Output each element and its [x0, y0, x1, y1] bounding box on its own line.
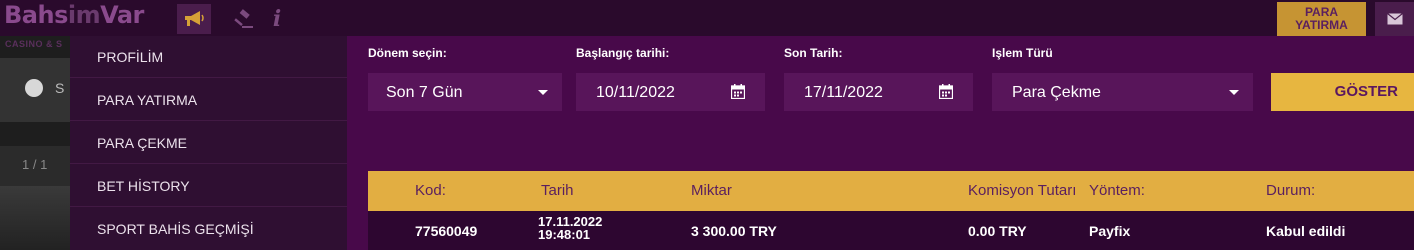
deposit-button-line2: YATIRMA — [1295, 18, 1348, 32]
row-amount: 3 300.00 TRY — [691, 223, 777, 239]
row-status: Kabul edildi — [1266, 223, 1346, 239]
start-date-label: Başlangıç tarihi: — [576, 46, 670, 60]
column-header-amount[interactable]: Miktar — [691, 182, 732, 199]
transaction-type-select[interactable]: Para Çekme — [992, 73, 1253, 111]
megaphone-icon — [185, 11, 204, 26]
logo-text-3: Var — [100, 1, 144, 29]
background-pager: 1 / 1 — [0, 146, 70, 186]
row-code: 77560049 — [415, 223, 478, 239]
info-icon[interactable]: i — [260, 4, 294, 34]
column-header-commission[interactable]: Komisyon Tutarı — [968, 182, 1076, 199]
menu-item-profile[interactable]: PROFİLİM — [70, 36, 347, 78]
mail-icon — [1386, 13, 1403, 25]
column-header-date[interactable]: Tarih — [541, 182, 574, 199]
column-header-method[interactable]: Yöntem: — [1089, 182, 1145, 199]
menu-item-sport-history[interactable]: SPORT BAHİS GEÇMİŞİ — [70, 208, 347, 250]
start-date-value: 10/11/2022 — [596, 84, 675, 101]
row-method: Payfix — [1089, 223, 1131, 239]
column-header-status[interactable]: Durum: — [1266, 182, 1315, 199]
announcements-button[interactable] — [177, 4, 211, 34]
transaction-type-label: Işlem Türü — [992, 46, 1053, 60]
calendar-icon[interactable] — [939, 84, 953, 99]
top-bar: BahsimVar i PARA YATIRMA — [0, 0, 1414, 36]
end-date-input[interactable]: 17/11/2022 — [784, 73, 973, 111]
gavel-icon — [234, 9, 253, 28]
row-date: 17.11.2022 19:48:01 — [538, 215, 602, 241]
column-header-code[interactable]: Kod: — [415, 182, 446, 199]
soccer-ball-icon — [25, 79, 43, 97]
logo-text-1: Bahs — [4, 1, 68, 29]
transactions-panel: Dönem seçin: Son 7 Gün Başlangıç tarihi:… — [347, 36, 1414, 250]
end-date-value: 17/11/2022 — [804, 84, 883, 101]
menu-item-deposit[interactable]: PARA YATIRMA — [70, 79, 347, 121]
transaction-type-value: Para Çekme — [1012, 84, 1101, 101]
start-date-input[interactable]: 10/11/2022 — [576, 73, 765, 111]
period-value: Son 7 Gün — [386, 84, 463, 101]
period-label: Dönem seçin: — [368, 46, 447, 60]
row-commission: 0.00 TRY — [968, 223, 1027, 239]
logo[interactable]: BahsimVar — [4, 1, 144, 29]
background-tab-letter: S — [55, 80, 65, 96]
background-panel — [0, 186, 70, 250]
end-date-label: Son Tarih: — [784, 46, 843, 60]
messages-button[interactable] — [1375, 2, 1414, 36]
logo-subtitle: CASINO & S — [5, 39, 63, 49]
logo-text-2: im — [67, 1, 101, 29]
deposit-button[interactable]: PARA YATIRMA — [1277, 2, 1366, 36]
app-root: BahsimVar i PARA YATIRMA CASINO & S S 1 … — [0, 0, 1414, 250]
pager-text: 1 / 1 — [22, 157, 48, 172]
period-select[interactable]: Son 7 Gün — [368, 73, 562, 111]
calendar-icon[interactable] — [731, 84, 745, 99]
account-menu: PROFİLİM PARA YATIRMA PARA ÇEKME BET HİS… — [70, 36, 347, 250]
show-button[interactable]: GÖSTER — [1271, 73, 1414, 111]
menu-item-bet-history[interactable]: BET HİSTORY — [70, 165, 347, 207]
auction-button[interactable] — [227, 4, 261, 34]
row-date-time: 19:48:01 — [538, 227, 591, 242]
chevron-down-icon — [538, 90, 548, 95]
table-row[interactable]: 77560049 17.11.2022 19:48:01 3 300.00 TR… — [368, 211, 1414, 250]
menu-item-withdraw[interactable]: PARA ÇEKME — [70, 122, 347, 164]
table-header: Kod: Tarih Miktar Komisyon Tutarı Yöntem… — [368, 171, 1414, 211]
chevron-down-icon — [1229, 90, 1239, 95]
